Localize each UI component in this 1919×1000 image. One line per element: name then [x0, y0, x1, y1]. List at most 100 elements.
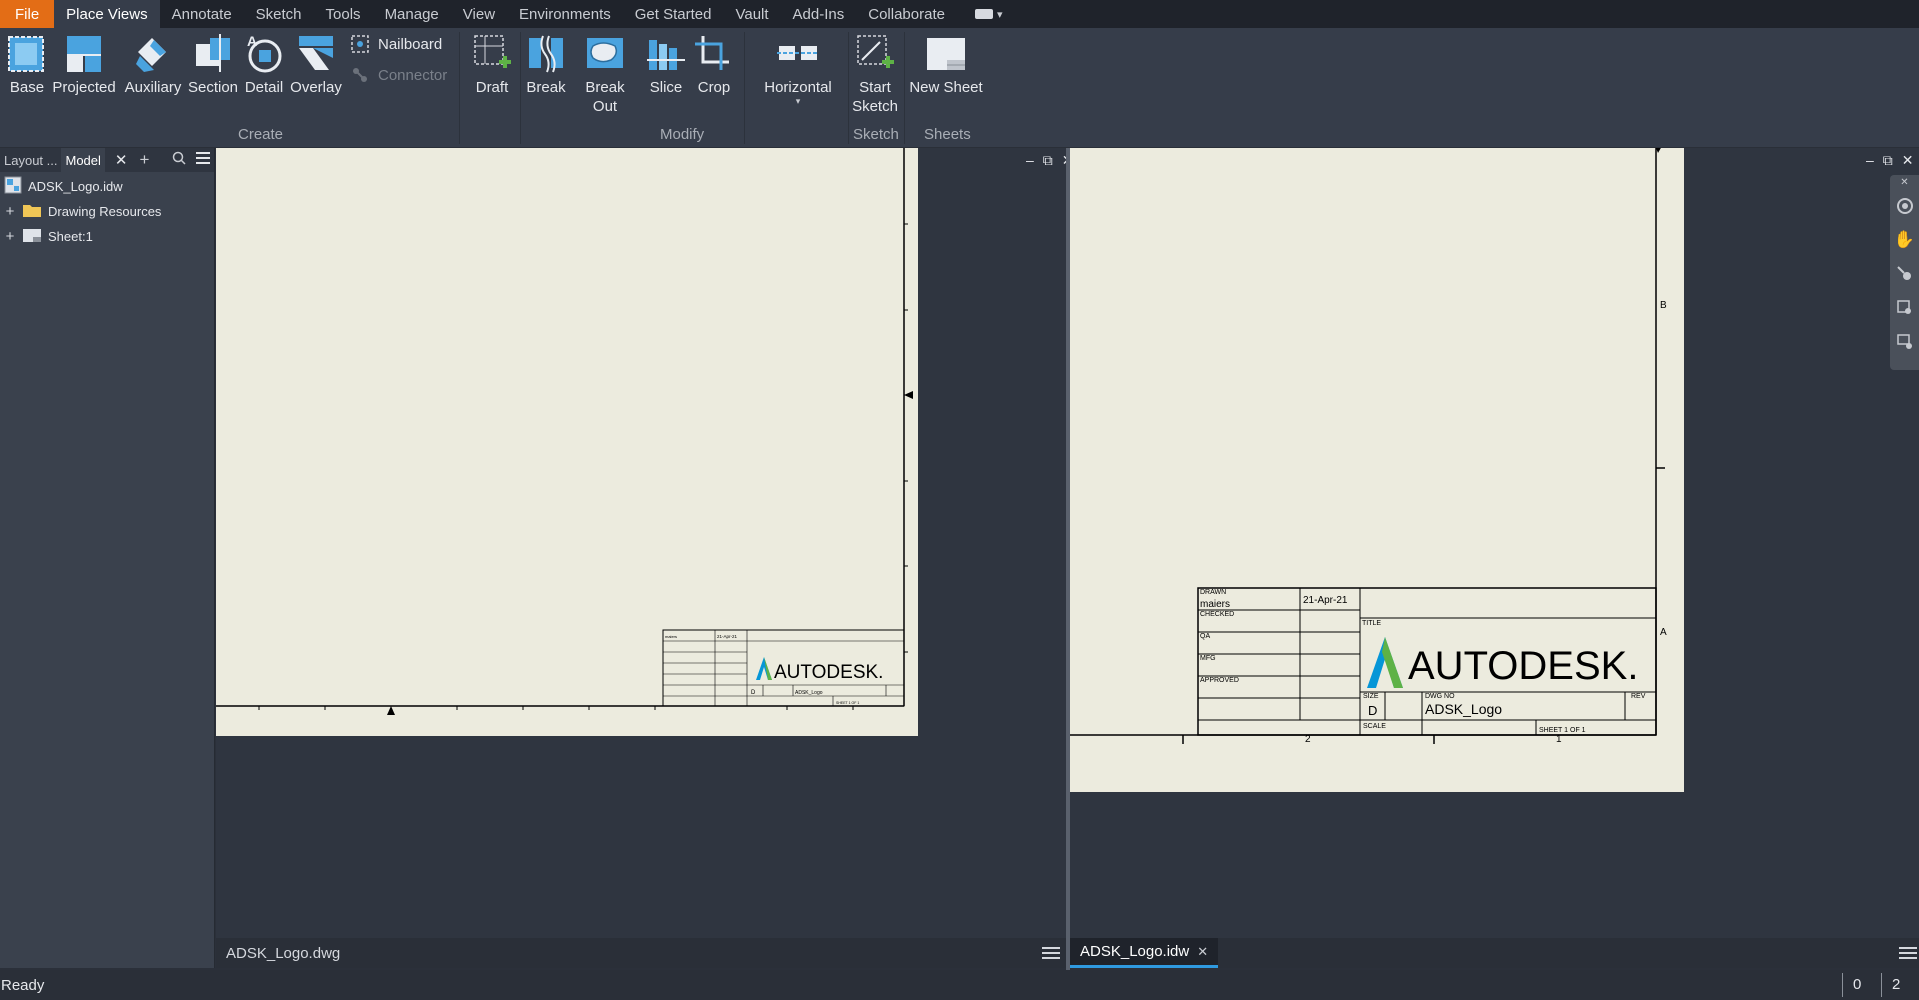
document-list-icon[interactable] [1042, 944, 1060, 962]
pan-hand-icon[interactable]: ✋ [1890, 223, 1919, 257]
ribbon-separator [848, 32, 849, 144]
doc-tab-label: ADSK_Logo.idw [1080, 943, 1190, 960]
start-sketch-label-line2: Sketch [852, 98, 898, 115]
left-tb-dwg-no: ADSK_Logo [795, 690, 823, 696]
nailboard-button[interactable]: Nailboard [350, 34, 442, 54]
drawing-view-right[interactable]: B A 2 1 DRAWN maiers 21-Apr-21 CHECKED Q… [1070, 148, 1919, 940]
projected-view-button[interactable]: Projected [52, 32, 116, 97]
left-tb-size: D [751, 690, 756, 696]
detail-view-button[interactable]: A Detail [244, 32, 284, 97]
tree-item-document[interactable]: ADSK_Logo.idw [0, 174, 214, 199]
search-icon[interactable] [172, 151, 186, 168]
ribbon-separator [904, 32, 905, 144]
draft-view-label: Draft [475, 79, 509, 96]
horizontal-align-label: Horizontal [764, 79, 832, 96]
doc-tab-dwg[interactable]: ADSK_Logo.dwg [216, 938, 350, 968]
projected-view-label: Projected [52, 79, 116, 96]
connector-button[interactable]: Connector [350, 65, 447, 85]
slice-button[interactable]: Slice [646, 32, 686, 97]
navigation-bar: ✕ ✋ [1890, 175, 1919, 370]
ribbon-display-toggle[interactable]: ▾ [974, 0, 1003, 28]
tab-environments[interactable]: Environments [507, 0, 623, 28]
doc-tab-idw[interactable]: ADSK_Logo.idw ✕ [1070, 938, 1219, 968]
base-view-button[interactable]: Base [6, 32, 48, 97]
overlay-view-button[interactable]: Overlay [290, 32, 342, 97]
section-view-button[interactable]: Section [188, 32, 238, 97]
tab-annotate[interactable]: Annotate [160, 0, 244, 28]
tab-manage[interactable]: Manage [373, 0, 451, 28]
drawing-view-left[interactable]: maiers 21-Apr-21 AUTODESK. D ADSK_Logo S… [216, 148, 1066, 940]
tb-rev-label: REV [1631, 693, 1646, 700]
auxiliary-view-button[interactable]: Auxiliary [122, 32, 184, 97]
tb-approved-label: APPROVED [1200, 677, 1239, 684]
tb-dwg-no-value: ADSK_Logo [1425, 701, 1502, 717]
minimize-icon[interactable]: ‒ [1026, 152, 1034, 169]
restore-icon[interactable]: ⧉ [1043, 152, 1053, 169]
ribbon-separator [459, 32, 460, 144]
draft-view-button[interactable]: Draft [470, 32, 514, 97]
new-sheet-button[interactable]: New Sheet [908, 32, 984, 97]
tab-place-views[interactable]: Place Views [54, 0, 160, 28]
tab-get-started[interactable]: Get Started [623, 0, 724, 28]
drawing-sheet-right: B A 2 1 DRAWN maiers 21-Apr-21 CHECKED Q… [1070, 148, 1684, 792]
tab-collaborate[interactable]: Collaborate [856, 0, 957, 28]
tab-layout[interactable]: Layout ... [0, 148, 61, 172]
crop-button[interactable]: Crop [694, 32, 734, 97]
connector-label: Connector [378, 66, 448, 84]
zone-label-a: A [1660, 627, 1667, 638]
break-out-label: Break Out [585, 79, 625, 115]
zoom-icon[interactable] [1890, 257, 1919, 291]
status-count-occurrences: 0 [1842, 973, 1861, 997]
file-menu-tab[interactable]: File [0, 0, 55, 28]
expand-icon[interactable]: + [4, 203, 16, 220]
detail-view-icon: A [243, 32, 285, 76]
tree-item-sheet-1[interactable]: + Sheet:1 [0, 224, 214, 249]
sketch-panel-label: Sketch [853, 126, 899, 143]
new-sheet-icon [925, 32, 967, 76]
tab-sketch[interactable]: Sketch [244, 0, 314, 28]
break-out-button[interactable]: Break Out [572, 32, 638, 116]
expand-icon[interactable]: + [4, 228, 16, 245]
document-tab-bar-right: ADSK_Logo.idw ✕ [1070, 938, 1919, 968]
sheet-icon [22, 227, 42, 246]
steering-wheel-icon[interactable] [1890, 189, 1919, 223]
close-icon[interactable]: ✕ [1902, 152, 1914, 169]
start-sketch-button[interactable]: Start Sketch [852, 32, 898, 116]
crop-icon [693, 32, 735, 76]
tab-vault[interactable]: Vault [723, 0, 780, 28]
idw-document-icon [4, 176, 22, 197]
chevron-down-icon: ▾ [996, 8, 1003, 21]
tab-add-ins[interactable]: Add-Ins [781, 0, 857, 28]
add-tab-icon[interactable]: + [139, 150, 149, 170]
draft-view-icon [471, 32, 513, 76]
tree-item-label: Drawing Resources [48, 204, 162, 219]
zoom-window-icon[interactable] [1890, 291, 1919, 325]
document-list-icon[interactable] [1899, 944, 1917, 962]
browser-menu-icon[interactable] [196, 152, 210, 167]
tab-model[interactable]: Model [61, 148, 105, 172]
tab-view[interactable]: View [451, 0, 507, 28]
start-sketch-label-line1: Start [859, 79, 891, 96]
tree-item-label: Sheet:1 [48, 229, 93, 244]
horizontal-align-button[interactable]: Horizontal ▾ [760, 32, 836, 106]
overlay-view-icon [295, 32, 337, 76]
restore-icon[interactable]: ⧉ [1883, 152, 1893, 169]
tb-scale-label: SCALE [1363, 723, 1386, 730]
tb-qa-label: QA [1200, 633, 1210, 640]
close-icon[interactable]: ✕ [115, 151, 128, 169]
close-icon[interactable]: ✕ [1890, 175, 1919, 189]
tab-tools[interactable]: Tools [314, 0, 373, 28]
minimize-icon[interactable]: ‒ [1866, 152, 1874, 169]
close-icon[interactable]: ✕ [1197, 944, 1208, 960]
zoom-all-icon[interactable] [1890, 325, 1919, 359]
camera-icon [974, 9, 993, 19]
break-button[interactable]: Break [526, 32, 566, 97]
left-tb-date: 21-Apr-21 [717, 634, 738, 639]
tb-drawn-label: DRAWN [1200, 589, 1226, 596]
model-browser-pane: Layout ... Model ✕ + ADSK_Logo.idw + Dra… [0, 148, 215, 968]
dropdown-arrow-icon[interactable]: ▾ [796, 97, 801, 106]
tree-item-drawing-resources[interactable]: + Drawing Resources [0, 199, 214, 224]
ribbon-separator [744, 32, 745, 144]
break-icon [525, 32, 567, 76]
tb-mfg-label: MFG [1200, 655, 1216, 662]
